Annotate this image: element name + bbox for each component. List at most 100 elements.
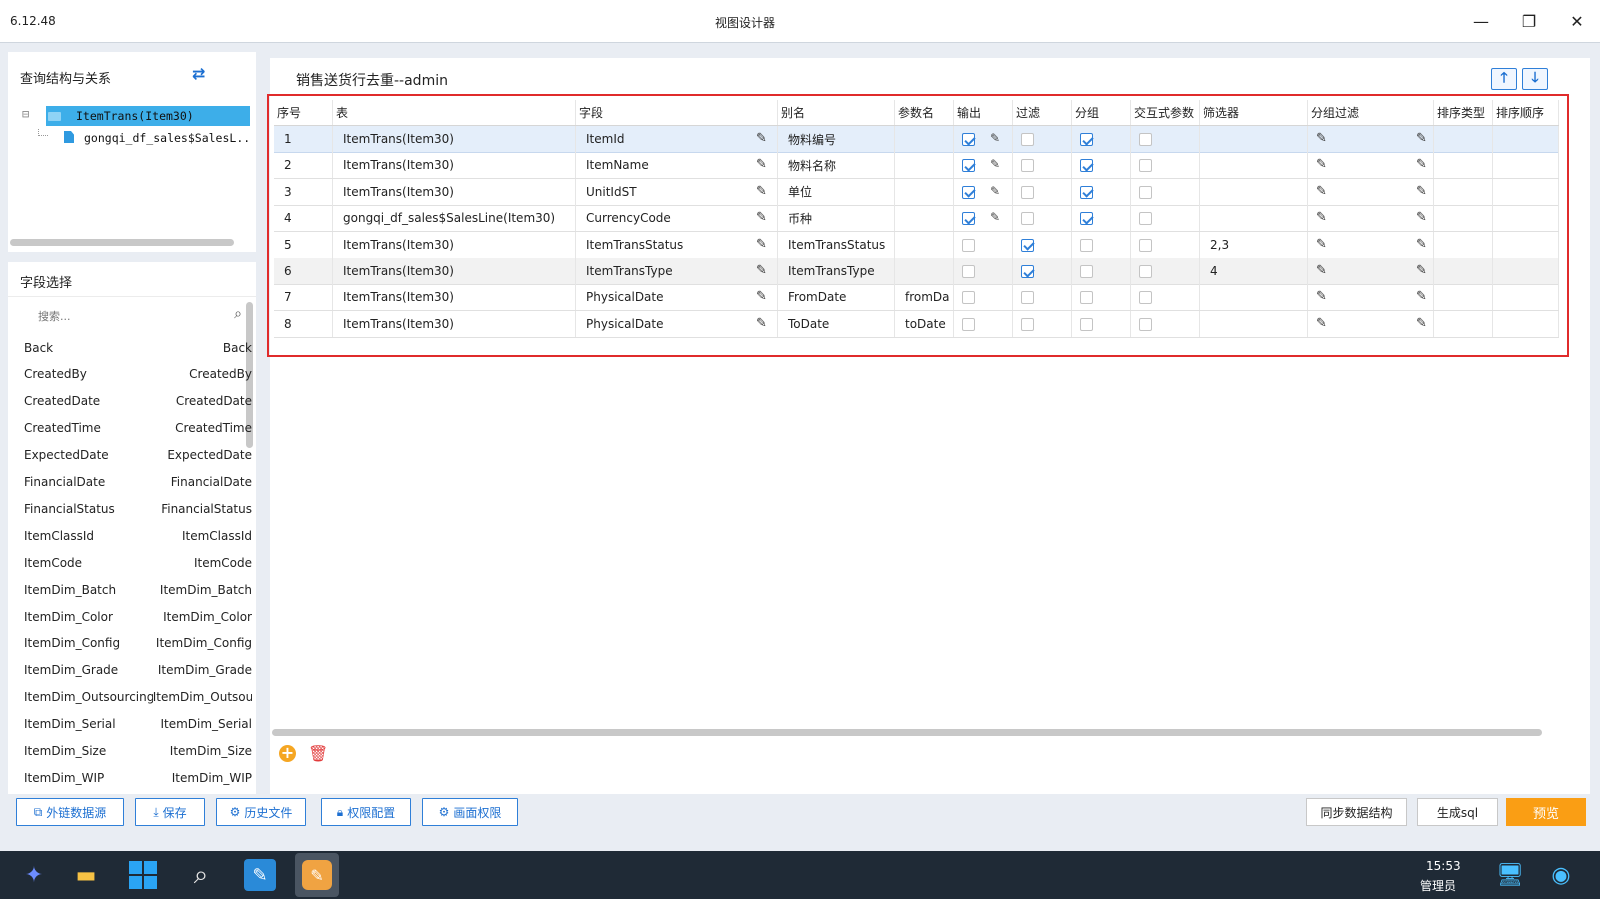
alias-cell[interactable]: ItemTransStatus <box>778 231 895 258</box>
external-datasource-button[interactable]: ⧉ 外链数据源 <box>16 798 124 826</box>
field-list-item[interactable]: CreatedDate CreatedDate <box>24 388 252 415</box>
edit-field-pencil-icon[interactable]: ✎ <box>756 184 767 199</box>
group-checkbox[interactable] <box>1080 291 1093 305</box>
field-list-item[interactable]: ItemDim_Config ItemDim_Config <box>24 630 252 657</box>
interactive-param-checkbox[interactable] <box>1139 265 1152 278</box>
field-search-box[interactable]: ⌕ <box>24 304 246 328</box>
alias-cell[interactable]: 物料编号 <box>778 126 895 152</box>
alias-cell[interactable]: ItemTransType <box>778 258 895 284</box>
filter-checkbox[interactable] <box>1021 212 1034 226</box>
delete-row-icon[interactable]: 🗑 <box>308 744 328 763</box>
tree-horizontal-scrollbar[interactable] <box>10 239 234 246</box>
output-checkbox[interactable] <box>962 317 975 331</box>
field-list-item[interactable]: ExpectedDate ExpectedDate <box>24 442 252 469</box>
field-list-item[interactable]: CreatedBy CreatedBy <box>24 361 252 388</box>
output-checkbox[interactable] <box>962 265 975 278</box>
edit-field-pencil-icon[interactable]: ✎ <box>756 157 767 172</box>
filter-checkbox[interactable] <box>1021 265 1034 278</box>
edit-field-pencil-icon[interactable]: ✎ <box>756 263 767 278</box>
restore-button[interactable]: ❐ <box>1514 8 1544 34</box>
param-cell[interactable] <box>895 205 954 232</box>
edit-group-filter-pencil-icon[interactable]: ✎ <box>1416 237 1427 252</box>
output-checkbox[interactable] <box>962 238 975 252</box>
edit-group-filter-pencil-icon[interactable]: ✎ <box>1416 131 1427 146</box>
field-list-item[interactable]: ItemDim_Serial ItemDim_Serial <box>24 711 252 738</box>
edit-selector-pencil-icon[interactable]: ✎ <box>1316 237 1327 252</box>
field-cell[interactable]: UnitIdST <box>576 178 778 205</box>
field-list-item[interactable]: ItemClassId ItemClassId <box>24 522 252 549</box>
selector-cell[interactable] <box>1200 178 1308 205</box>
output-checkbox[interactable] <box>962 291 975 305</box>
design-tool-icon[interactable]: ✎ <box>244 859 276 891</box>
windows-start-icon[interactable] <box>127 859 159 891</box>
alias-cell[interactable]: 单位 <box>778 178 895 205</box>
table-row[interactable]: 1 ItemTrans(Item30) ItemId 物料编号 ✎ ✎ ✎ ✎ <box>274 126 1559 153</box>
selector-cell[interactable] <box>1200 284 1308 311</box>
edit-group-filter-pencil-icon[interactable]: ✎ <box>1416 316 1427 331</box>
group-checkbox[interactable] <box>1080 185 1093 199</box>
edit-selector-pencil-icon[interactable]: ✎ <box>1316 157 1327 172</box>
field-cell[interactable]: CurrencyCode <box>576 205 778 232</box>
tree-node-child[interactable]: gongqi_df_sales$SalesL... <box>38 128 252 148</box>
field-cell[interactable]: ItemName <box>576 152 778 179</box>
edit-group-filter-pencil-icon[interactable]: ✎ <box>1416 263 1427 278</box>
edit-field-pencil-icon[interactable]: ✎ <box>756 237 767 252</box>
edit-group-filter-pencil-icon[interactable]: ✎ <box>1416 289 1427 304</box>
field-list-item[interactable]: ItemDim_Batch ItemDim_Batch <box>24 576 252 603</box>
filter-checkbox[interactable] <box>1021 291 1034 305</box>
output-checkbox[interactable] <box>962 159 975 173</box>
group-checkbox[interactable] <box>1080 238 1093 252</box>
param-cell[interactable]: fromDa <box>895 284 954 311</box>
move-down-button[interactable]: 🡓 <box>1522 68 1548 90</box>
edit-selector-pencil-icon[interactable]: ✎ <box>1316 263 1327 278</box>
history-files-button[interactable]: ⚙ 历史文件 <box>216 798 306 826</box>
interactive-param-checkbox[interactable] <box>1139 317 1152 331</box>
selector-cell[interactable] <box>1200 205 1308 232</box>
field-list-item[interactable]: ItemDim_Color ItemDim_Color <box>24 603 252 630</box>
remote-desktop-icon[interactable]: 🖥︎ <box>1494 859 1526 891</box>
search-icon[interactable]: ⌕ <box>234 306 242 322</box>
alias-cell[interactable]: 物料名称 <box>778 152 895 179</box>
chat-icon[interactable]: ◉ <box>1545 859 1577 891</box>
interactive-param-checkbox[interactable] <box>1139 133 1152 146</box>
folder-icon[interactable]: ▬ <box>70 859 102 891</box>
edit-group-filter-pencil-icon[interactable]: ✎ <box>1416 157 1427 172</box>
collapse-icon[interactable]: ⊟ <box>22 107 29 121</box>
search-icon[interactable]: ⌕ <box>185 859 217 891</box>
field-list-item[interactable]: CreatedTime CreatedTime <box>24 415 252 442</box>
tree-node-root[interactable]: ⊟ ItemTrans(Item30) <box>22 106 252 126</box>
field-cell[interactable]: ItemId <box>576 126 778 152</box>
field-list-item[interactable]: FinancialDate FinancialDate <box>24 469 252 496</box>
interactive-param-checkbox[interactable] <box>1139 159 1152 173</box>
group-checkbox[interactable] <box>1080 265 1093 278</box>
filter-checkbox[interactable] <box>1021 133 1034 146</box>
generate-sql-button[interactable]: 生成sql <box>1417 798 1498 826</box>
field-list-item[interactable]: Back Back <box>24 334 252 361</box>
interactive-param-checkbox[interactable] <box>1139 291 1152 305</box>
field-cell[interactable]: ItemTransType <box>576 258 778 284</box>
field-list-item[interactable]: ItemDim_Outsourcing ItemDim_Outsou <box>24 684 252 711</box>
field-search-input[interactable] <box>24 304 220 328</box>
interactive-param-checkbox[interactable] <box>1139 185 1152 199</box>
edit-output-icon[interactable]: ✎ <box>990 131 1000 145</box>
edit-field-pencil-icon[interactable]: ✎ <box>756 210 767 225</box>
move-up-button[interactable]: 🡑 <box>1491 68 1517 90</box>
field-list-item[interactable]: ItemCode ItemCode <box>24 549 252 576</box>
save-button[interactable]: ⤓ 保存 <box>135 798 205 826</box>
group-checkbox[interactable] <box>1080 133 1093 146</box>
table-row[interactable]: 4 gongqi_df_sales$SalesLine(Item30) Curren… <box>274 205 1559 233</box>
field-list-item[interactable]: ItemDim_Size ItemDim_Size <box>24 738 252 765</box>
edit-group-filter-pencil-icon[interactable]: ✎ <box>1416 184 1427 199</box>
grid-horizontal-scrollbar[interactable] <box>272 729 1542 736</box>
edit-selector-pencil-icon[interactable]: ✎ <box>1316 131 1327 146</box>
field-cell[interactable]: PhysicalDate <box>576 284 778 311</box>
edit-selector-pencil-icon[interactable]: ✎ <box>1316 184 1327 199</box>
interactive-param-checkbox[interactable] <box>1139 238 1152 252</box>
alias-cell[interactable]: ToDate <box>778 310 895 337</box>
minimize-button[interactable]: — <box>1466 8 1496 34</box>
selector-cell[interactable] <box>1200 310 1308 337</box>
swap-icon[interactable]: ⇄ <box>192 64 205 83</box>
app-launcher-icon[interactable]: ✦ <box>18 859 50 891</box>
table-row[interactable]: 2 ItemTrans(Item30) ItemName 物料名称 ✎ ✎ ✎ ✎ <box>274 152 1559 180</box>
filter-checkbox[interactable] <box>1021 317 1034 331</box>
